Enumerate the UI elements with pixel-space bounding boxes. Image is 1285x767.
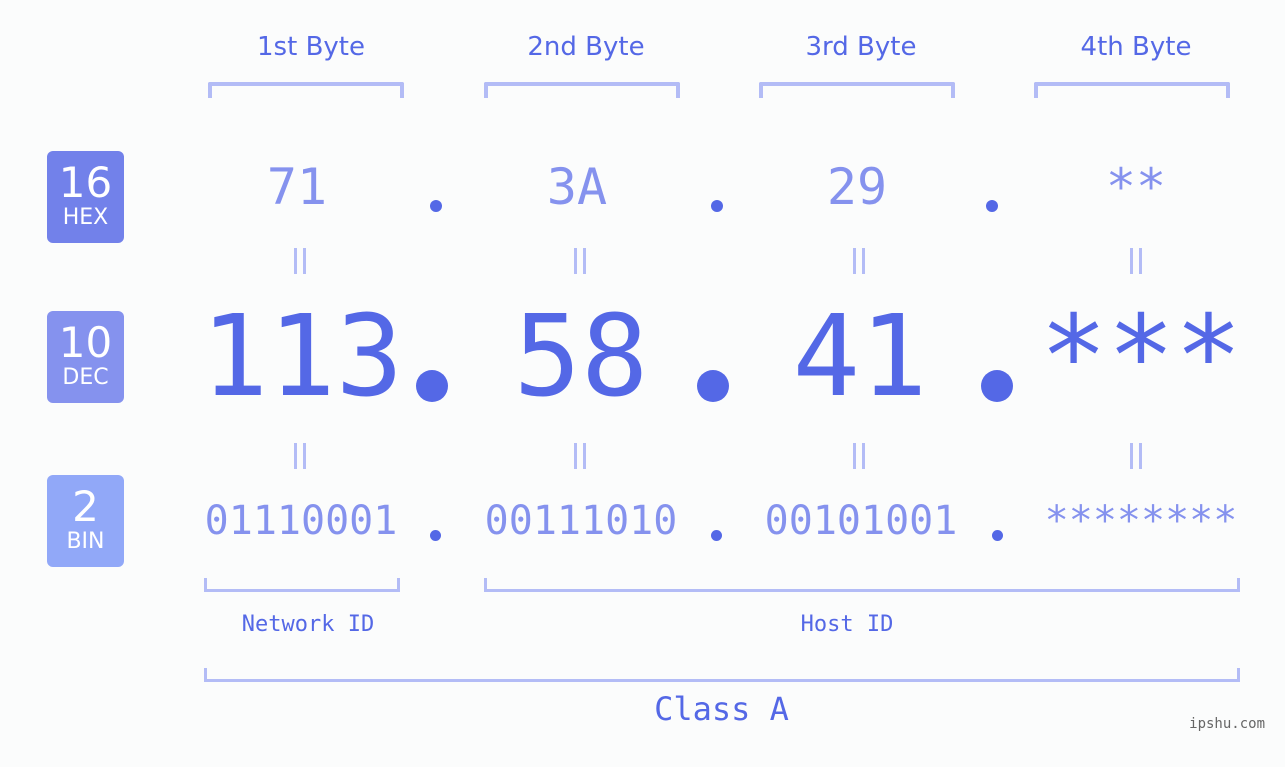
- hex-value-4: **: [1105, 158, 1167, 216]
- dec-badge-base: 10: [58, 318, 113, 367]
- bin-badge-base: 2: [72, 482, 99, 531]
- class-label: Class A: [654, 690, 789, 728]
- dec-value-4: ***: [1039, 292, 1243, 422]
- bin-separator-dot: [711, 530, 722, 541]
- hex-value-1: 71: [266, 158, 328, 216]
- byte-bracket-1: [208, 82, 404, 98]
- host-id-label: Host ID: [800, 612, 894, 637]
- byte-header-3: 3rd Byte: [805, 32, 917, 62]
- byte-header-2: 2nd Byte: [527, 32, 645, 62]
- equals-icon: [290, 443, 310, 469]
- hex-value-2: 3A: [546, 158, 608, 216]
- class-bracket: [204, 668, 1240, 682]
- dec-badge-label: DEC: [62, 365, 109, 390]
- equals-icon: [849, 248, 869, 274]
- bin-value-2: 00111010: [484, 498, 678, 544]
- hex-badge-label: HEX: [62, 205, 109, 230]
- hex-badge-base: 16: [58, 158, 113, 207]
- bin-separator-dot: [430, 530, 441, 541]
- watermark: ipshu.com: [1189, 716, 1265, 732]
- bin-value-3: 00101001: [764, 498, 958, 544]
- network-id-bracket: [204, 578, 400, 592]
- bin-badge-label: BIN: [66, 529, 105, 554]
- byte-bracket-4: [1034, 82, 1230, 98]
- dec-badge: 10 DEC: [47, 311, 124, 403]
- hex-value-3: 29: [826, 158, 888, 216]
- bin-value-4: ********: [1044, 498, 1238, 544]
- equals-icon: [1126, 248, 1146, 274]
- dec-value-2: 58: [513, 292, 649, 422]
- hex-separator-dot: [711, 200, 723, 212]
- network-id-label: Network ID: [241, 612, 375, 637]
- hex-badge: 16 HEX: [47, 151, 124, 243]
- byte-header-4: 4th Byte: [1080, 32, 1192, 62]
- dec-separator-dot: [981, 370, 1013, 402]
- hex-separator-dot: [430, 200, 442, 212]
- hex-separator-dot: [986, 200, 998, 212]
- dec-separator-dot: [416, 370, 448, 402]
- equals-icon: [290, 248, 310, 274]
- host-id-bracket: [484, 578, 1240, 592]
- bin-badge: 2 BIN: [47, 475, 124, 567]
- dec-separator-dot: [697, 370, 729, 402]
- equals-icon: [570, 443, 590, 469]
- dec-value-3: 41: [792, 292, 928, 422]
- equals-icon: [570, 248, 590, 274]
- bin-value-1: 01110001: [204, 498, 398, 544]
- bin-separator-dot: [992, 530, 1003, 541]
- equals-icon: [849, 443, 869, 469]
- equals-icon: [1126, 443, 1146, 469]
- byte-bracket-2: [484, 82, 680, 98]
- byte-header-1: 1st Byte: [257, 32, 365, 62]
- dec-value-1: 113: [200, 292, 404, 422]
- byte-bracket-3: [759, 82, 955, 98]
